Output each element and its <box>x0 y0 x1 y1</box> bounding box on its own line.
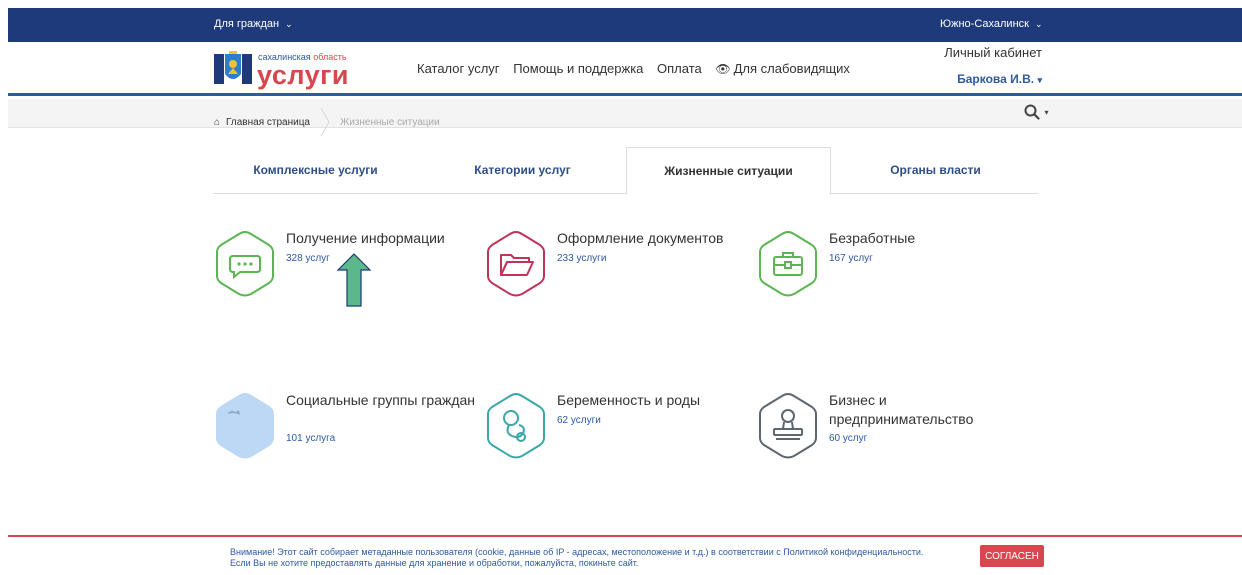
main-nav: Каталог услуг Помощь и поддержка Оплата … <box>417 61 870 76</box>
chat-bubble-icon <box>216 230 274 297</box>
nav-payment[interactable]: Оплата <box>657 61 702 76</box>
category-count: 101 услуга <box>286 433 336 444</box>
category-title: Безработные <box>829 230 916 246</box>
site-header: сахалинская область услуги Каталог услуг… <box>8 42 1242 96</box>
city-label: Южно-Сахалинск <box>940 18 1029 30</box>
category-title: Социальные группы граждан <box>286 392 476 408</box>
category-documents[interactable]: Оформление документов 233 услуги <box>485 229 755 309</box>
category-count: 62 услуги <box>557 415 601 426</box>
caret-down-icon: ▾ <box>1044 108 1049 117</box>
nav-accessibility-label: Для слабовидящих <box>733 61 850 76</box>
eye-icon: 👁 <box>715 62 731 76</box>
caret-down-icon: ▾ <box>1037 75 1042 85</box>
user-menu[interactable]: Баркова И.В. ▾ <box>948 72 1042 86</box>
city-dropdown[interactable]: Южно-Сахалинск ⌄ <box>940 18 1043 30</box>
category-count: 167 услуг <box>829 253 873 264</box>
breadcrumb-current: Жизненные ситуации <box>340 116 440 128</box>
stamp-icon <box>759 392 817 459</box>
nav-catalog[interactable]: Каталог услуг <box>417 61 500 76</box>
pacifier-icon <box>487 392 545 459</box>
top-bar: Для граждан ⌄ Южно-Сахалинск ⌄ <box>8 8 1242 42</box>
agree-button[interactable]: СОГЛАСЕН <box>980 545 1044 567</box>
category-social-groups[interactable]: Социальные группы граждан 101 услуга <box>214 391 484 471</box>
chevron-down-icon: ⌄ <box>285 19 293 29</box>
tab-bar: Комплексные услуги Категории услуг Жизне… <box>213 147 1038 195</box>
coat-of-arms-icon <box>214 51 252 84</box>
cookie-banner: Внимание! Этот сайт собирает метаданные … <box>8 535 1242 575</box>
category-business[interactable]: Бизнес и предпринимательство 60 услуг <box>757 391 1027 471</box>
tab-authorities[interactable]: Органы власти <box>833 147 1038 194</box>
personal-cabinet-link[interactable]: Личный кабинет <box>938 45 1042 60</box>
tab-complex-services[interactable]: Комплексные услуги <box>213 147 418 194</box>
breadcrumb-separator-icon <box>320 108 330 136</box>
briefcase-icon <box>759 230 817 297</box>
category-title: Получение информации <box>286 230 445 246</box>
search-icon <box>1024 104 1040 120</box>
chevron-down-icon: ⌄ <box>1034 19 1043 29</box>
logo-brand: услуги <box>257 60 350 90</box>
category-title: Оформление документов <box>557 230 724 246</box>
tab-service-categories[interactable]: Категории услуг <box>420 147 625 194</box>
cookie-notice: Внимание! Этот сайт собирает метаданные … <box>230 547 923 569</box>
tab-life-situations[interactable]: Жизненные ситуации <box>626 147 831 195</box>
home-icon: ⌂ <box>214 116 221 128</box>
folder-icon <box>487 230 545 297</box>
category-title: Бизнес и предпринимательство <box>829 392 974 427</box>
category-count: 328 услуг <box>286 253 330 264</box>
cookie-text-line1: Внимание! Этот сайт собирает метаданные … <box>230 547 924 557</box>
breadcrumb-home[interactable]: Главная страница <box>226 117 310 128</box>
audience-dropdown[interactable]: Для граждан ⌄ <box>214 18 293 30</box>
breadcrumb: ⌂ Главная страница Жизненные ситуации <box>214 108 440 136</box>
cookie-text-line2: Если Вы не хотите предоставлять данные д… <box>230 558 639 568</box>
search-button[interactable]: ▾ <box>1024 104 1048 125</box>
site-logo[interactable]: сахалинская область услуги <box>214 50 374 90</box>
category-title: Беременность и роды <box>557 392 701 408</box>
category-count: 60 услуг <box>829 433 868 444</box>
audience-label: Для граждан <box>214 18 280 30</box>
category-unemployed[interactable]: Безработные 167 услуг <box>757 229 1027 309</box>
user-name: Баркова И.В. <box>957 72 1035 86</box>
breadcrumb-bar: ⌂ Главная страница Жизненные ситуации ▾ <box>8 99 1242 136</box>
category-count: 233 услуги <box>557 253 607 264</box>
social-groups-icon <box>216 392 274 459</box>
nav-accessibility[interactable]: 👁 Для слабовидящих <box>715 61 860 76</box>
category-pregnancy[interactable]: Беременность и роды 62 услуги <box>485 391 755 471</box>
up-arrow-annotation <box>336 253 372 307</box>
nav-help[interactable]: Помощь и поддержка <box>513 61 643 76</box>
